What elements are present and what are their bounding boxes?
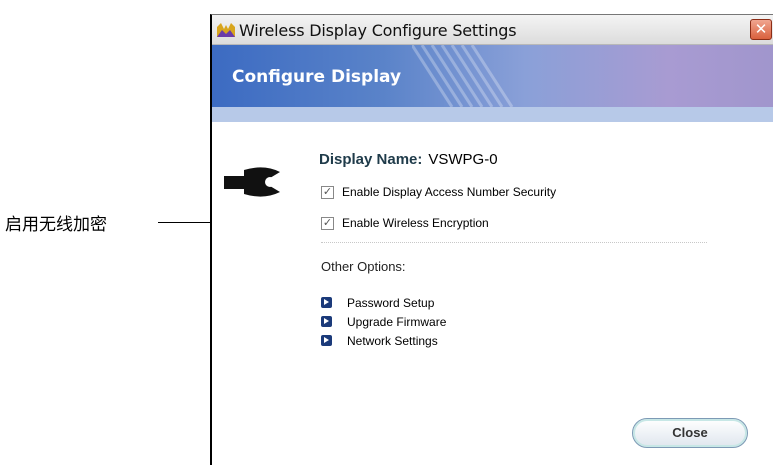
header-banner: Configure Display <box>212 45 773 107</box>
display-name-value: VSWPG-0 <box>428 151 498 168</box>
option-network-settings[interactable]: Network Settings <box>321 332 438 349</box>
arrow-right-icon <box>321 335 332 346</box>
app-icon <box>217 23 235 37</box>
option-upgrade-firmware-label: Upgrade Firmware <box>347 314 447 329</box>
display-name-label: Display Name: <box>319 151 423 168</box>
wireless-encryption-checkbox[interactable]: ✓ <box>321 216 334 230</box>
banner-band <box>212 107 773 122</box>
option-network-settings-label: Network Settings <box>347 333 438 348</box>
arrow-right-icon <box>321 316 332 327</box>
access-number-security-option[interactable]: ✓ Enable Display Access Number Security <box>321 183 556 201</box>
window-title: Wireless Display Configure Settings <box>239 21 517 40</box>
title-bar[interactable]: Wireless Display Configure Settings ✕ <box>212 15 773 45</box>
display-name: Display Name: VSWPG-0 <box>319 151 498 168</box>
wrench-icon <box>224 167 280 197</box>
arrow-right-icon <box>321 297 332 308</box>
close-x-icon[interactable]: ✕ <box>750 19 772 40</box>
banner-title: Configure Display <box>232 67 402 87</box>
wireless-encryption-option[interactable]: ✓ Enable Wireless Encryption <box>321 214 489 232</box>
wireless-encryption-label: Enable Wireless Encryption <box>342 216 489 230</box>
close-button[interactable]: Close <box>632 418 748 448</box>
content-area: Display Name: VSWPG-0 ✓ Enable Display Ac… <box>212 122 773 462</box>
option-upgrade-firmware[interactable]: Upgrade Firmware <box>321 313 446 330</box>
option-password-setup-label: Password Setup <box>347 295 435 310</box>
access-number-security-checkbox[interactable]: ✓ <box>321 185 334 199</box>
callout-label: 启用无线加密 <box>5 215 107 235</box>
access-number-security-label: Enable Display Access Number Security <box>342 185 557 199</box>
option-password-setup[interactable]: Password Setup <box>321 294 434 311</box>
section-divider <box>321 242 707 243</box>
settings-window: Wireless Display Configure Settings ✕ Co… <box>210 14 773 465</box>
banner-decoration <box>412 45 514 107</box>
other-options-heading: Other Options: <box>321 259 406 274</box>
